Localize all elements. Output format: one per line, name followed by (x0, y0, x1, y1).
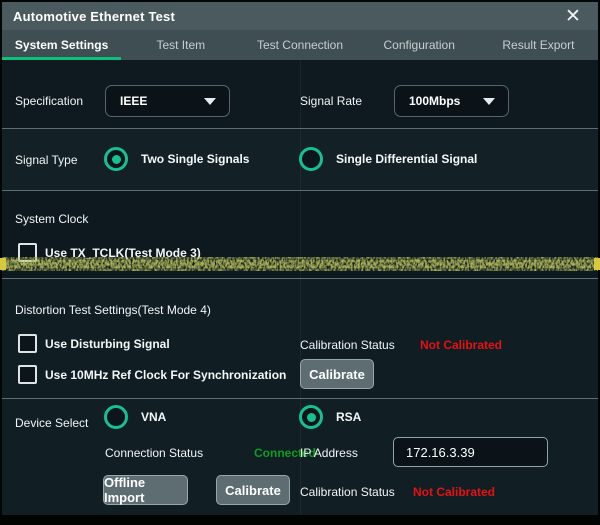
distortion-calibrate-button[interactable]: Calibrate (300, 359, 374, 389)
system-clock-heading: System Clock (15, 212, 88, 226)
scope-noise-waveform (2, 256, 598, 272)
signal-type-label: Signal Type (15, 153, 78, 167)
radio-label: Two Single Signals (141, 152, 249, 166)
checkbox-icon (18, 334, 37, 353)
tab-test-connection[interactable]: Test Connection (240, 30, 359, 60)
waveform-edge-marker-right (594, 258, 600, 270)
chevron-down-icon (483, 98, 495, 105)
calibration-status-value: Not Calibrated (420, 338, 502, 352)
window-title: Automotive Ethernet Test (2, 9, 175, 24)
tab-result-export[interactable]: Result Export (479, 30, 598, 60)
checkbox-label: Use 10MHz Ref Clock For Synchronization (45, 368, 286, 382)
ip-address-input[interactable] (393, 437, 548, 467)
title-bar: Automotive Ethernet Test ✕ (2, 2, 598, 30)
automotive-ethernet-test-window: Automotive Ethernet Test ✕ System Settin… (0, 0, 600, 525)
separator (2, 398, 598, 399)
signal-rate-value: 100Mbps (395, 94, 483, 108)
radio-icon (299, 405, 323, 429)
radio-label: VNA (141, 410, 166, 424)
radio-icon (104, 405, 128, 429)
tab-configuration[interactable]: Configuration (360, 30, 479, 60)
specification-label: Specification (15, 94, 83, 108)
screen-bottom-bar (0, 515, 600, 525)
radio-label: Single Differential Signal (336, 152, 477, 166)
separator (2, 278, 598, 279)
waveform-edge-marker-left (0, 258, 6, 270)
device-calibrate-button[interactable]: Calibrate (216, 475, 290, 505)
specification-dropdown[interactable]: IEEE (105, 85, 230, 117)
connection-status-label: Connection Status (105, 446, 203, 460)
checkbox-label: Use Disturbing Signal (45, 337, 170, 351)
tab-system-settings[interactable]: System Settings (2, 30, 121, 60)
separator (2, 190, 598, 191)
device-calibration-status-label: Calibration Status (300, 485, 395, 499)
tab-bar: System Settings Test Item Test Connectio… (2, 30, 598, 60)
calibration-status-label: Calibration Status (300, 338, 395, 352)
radio-icon (104, 147, 128, 171)
radio-two-single-signals[interactable]: Two Single Signals (104, 147, 249, 171)
radio-vna[interactable]: VNA (104, 405, 166, 429)
separator (2, 128, 598, 129)
checkbox-use-10mhz-ref-clock[interactable]: Use 10MHz Ref Clock For Synchronization (18, 365, 286, 384)
ip-address-label: IP Address (300, 446, 358, 460)
radio-label: RSA (336, 410, 361, 424)
specification-value: IEEE (106, 94, 204, 108)
checkbox-icon (18, 365, 37, 384)
chevron-down-icon (204, 98, 216, 105)
offline-import-button[interactable]: Offline Import (103, 475, 188, 505)
tab-test-item[interactable]: Test Item (121, 30, 240, 60)
radio-rsa[interactable]: RSA (299, 405, 361, 429)
signal-rate-dropdown[interactable]: 100Mbps (394, 85, 509, 117)
device-select-label: Device Select (15, 416, 88, 430)
device-calibration-status-value: Not Calibrated (413, 485, 495, 499)
signal-rate-label: Signal Rate (300, 94, 362, 108)
close-icon[interactable]: ✕ (558, 2, 588, 30)
distortion-heading: Distortion Test Settings(Test Mode 4) (15, 303, 211, 317)
checkbox-use-disturbing-signal[interactable]: Use Disturbing Signal (18, 334, 170, 353)
radio-icon (299, 147, 323, 171)
radio-single-differential-signal[interactable]: Single Differential Signal (299, 147, 477, 171)
